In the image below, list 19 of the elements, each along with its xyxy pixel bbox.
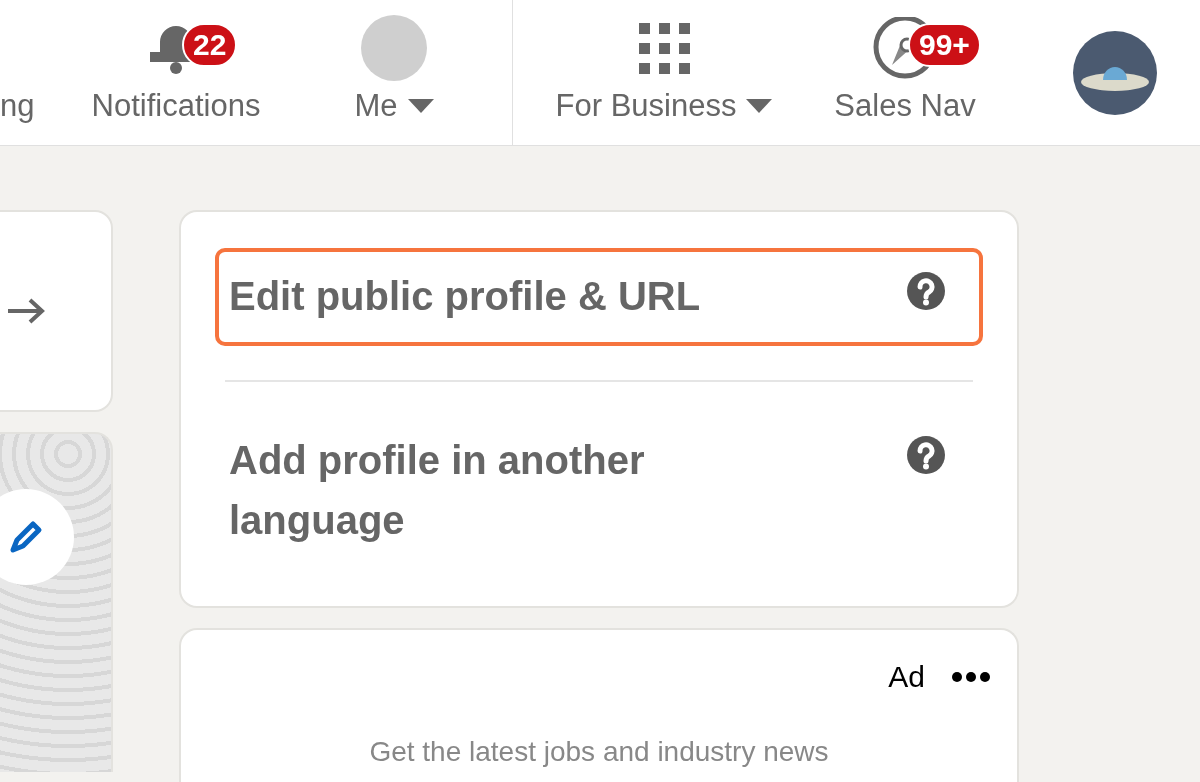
ad-label: Ad <box>888 660 925 694</box>
profile-link[interactable]: Edit public profile & URL <box>215 248 983 346</box>
nav-item[interactable]: 22 Notifications <box>76 0 276 145</box>
nav-item[interactable]: Me <box>276 0 512 145</box>
profile-link[interactable]: Add profile in another language <box>215 416 983 570</box>
nav-item[interactable]: 99+ Sales Nav <box>815 0 995 145</box>
notification-badge: 22 <box>182 23 238 67</box>
help-icon[interactable] <box>907 272 945 310</box>
ad-text: Get the latest jobs and industry news <box>368 736 830 768</box>
more-icon[interactable] <box>951 671 991 683</box>
pencil-icon <box>9 520 43 554</box>
arrow-right-icon[interactable] <box>6 296 46 326</box>
help-icon[interactable] <box>907 436 945 474</box>
grid-icon <box>638 22 690 74</box>
notification-badge: 99+ <box>908 23 981 67</box>
edit-button[interactable] <box>0 489 74 585</box>
ufo-icon <box>1081 66 1149 91</box>
nav-item[interactable]: For Business <box>513 0 815 145</box>
nav-label[interactable]: ng <box>0 87 35 125</box>
